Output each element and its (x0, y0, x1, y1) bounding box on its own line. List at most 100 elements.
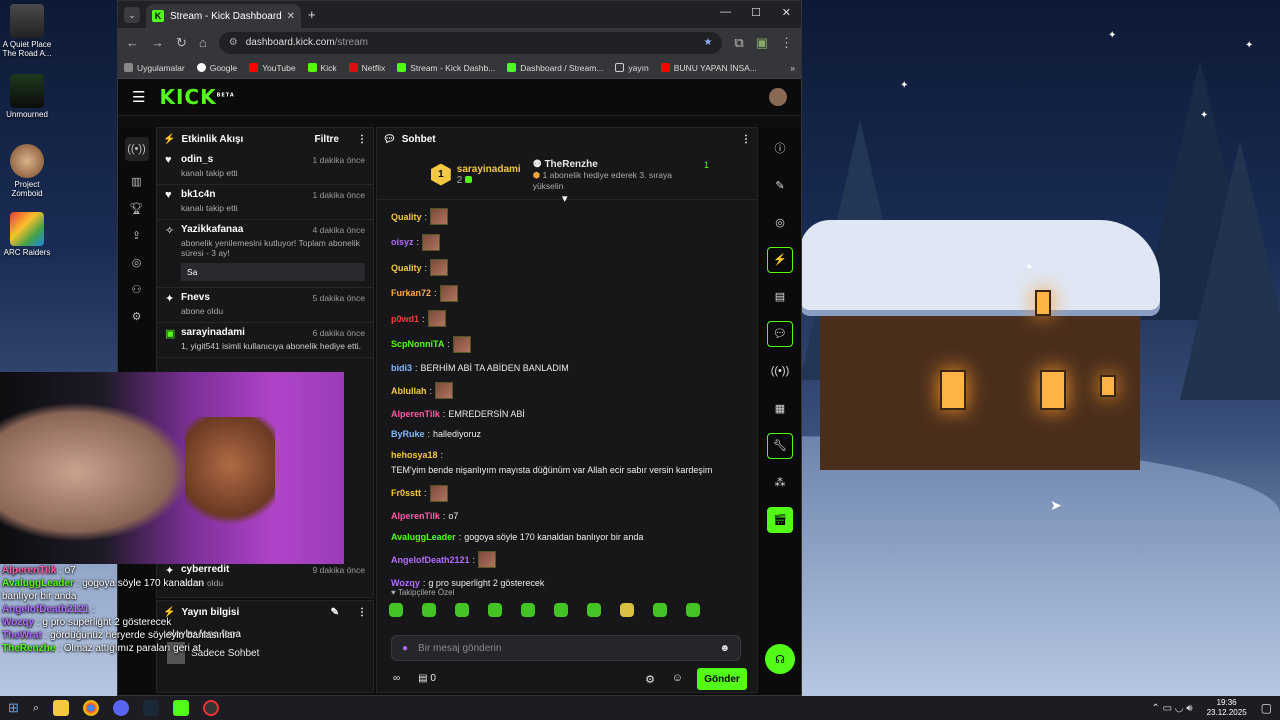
chat-settings-icon[interactable]: ⚙ (645, 673, 655, 686)
home-icon[interactable]: ⌂ (199, 35, 207, 50)
clapperboard-icon[interactable]: 🎬︎ (767, 506, 793, 533)
document-icon[interactable]: ▤ (767, 284, 793, 310)
windows-start-icon[interactable]: ⊞ (8, 700, 19, 716)
emote-icon[interactable] (521, 603, 535, 617)
chat-icon[interactable]: 💬︎ (767, 320, 793, 347)
chat-username[interactable]: hehosya18 (391, 449, 438, 461)
close-tab-icon[interactable]: ✕ (287, 11, 295, 22)
chat-username[interactable]: Wozqy (391, 577, 420, 588)
maximize-button[interactable]: ☐ (751, 6, 761, 19)
kick-points-icon[interactable]: ▤ 0 (418, 673, 436, 684)
emoji-picker-icon[interactable]: ☻ (719, 643, 730, 654)
emote-icon[interactable] (455, 603, 469, 617)
settings-nav-icon[interactable]: ⚙ (132, 310, 142, 323)
steam-icon[interactable] (143, 700, 160, 716)
more-options-icon[interactable]: ⋮ (357, 134, 367, 145)
search-icon[interactable]: ⌕ (33, 702, 39, 715)
emote-icon[interactable] (389, 603, 403, 617)
discord-icon[interactable] (113, 700, 130, 716)
info-icon[interactable]: ⓘ (767, 135, 793, 161)
obs-icon[interactable] (203, 700, 220, 716)
emote-icon[interactable] (488, 603, 502, 617)
bookmark-apps[interactable]: Uygulamalar (124, 63, 185, 73)
forward-icon[interactable]: → (151, 35, 164, 50)
chat-input[interactable]: ● Bir mesaj gönderin ☻ (391, 635, 741, 661)
emote-icon[interactable] (587, 603, 601, 617)
chat-username[interactable]: Quality (391, 262, 422, 274)
profile-icon[interactable]: ▣ (756, 35, 768, 51)
address-bar[interactable]: ⚙ dashboard.kick.com/stream ★ (218, 31, 723, 54)
more-options-icon[interactable]: ⋮ (357, 607, 367, 618)
tab-search-button[interactable]: ⌄ (124, 7, 140, 23)
layout-icon[interactable]: ▦ (767, 395, 793, 421)
live-stream-nav-icon[interactable]: ((•)) (124, 137, 149, 161)
filter-button[interactable]: Filtre (315, 134, 339, 145)
chat-username[interactable]: AngelofDeath2121 (391, 554, 470, 566)
close-window-button[interactable]: ✕ (782, 6, 791, 19)
support-headset-icon[interactable]: ☊ (765, 644, 795, 675)
chat-username[interactable]: Fr0sstt (391, 487, 421, 499)
collapse-arrow-icon[interactable]: ▾ (562, 192, 568, 205)
kick-logo[interactable]: KICKBETA (159, 85, 234, 109)
chat-username[interactable]: ByRuke (391, 428, 425, 440)
notifications-icon[interactable]: ▢ (1261, 701, 1272, 715)
chrome-icon[interactable] (83, 700, 100, 716)
analytics-nav-icon[interactable]: ▥ (131, 175, 141, 188)
leader-first-name[interactable]: sarayinadami (457, 164, 521, 175)
site-info-icon[interactable]: ⚙ (229, 37, 238, 48)
infinity-icon[interactable]: ∞ (393, 673, 400, 684)
lightning-icon[interactable]: ⚡ (767, 246, 793, 273)
kick-app-icon[interactable] (173, 700, 190, 716)
wrench-icon[interactable]: 🔧︎ (767, 432, 793, 459)
bookmark-kick[interactable]: Kick (307, 63, 337, 73)
clock[interactable]: 19:36 23.12.2025 (1207, 698, 1247, 718)
target-icon[interactable]: ◎ (767, 209, 793, 235)
target-nav-icon[interactable]: ◎ (132, 256, 142, 269)
edit-pencil-icon[interactable]: ✎ (331, 607, 339, 618)
extensions-icon[interactable]: ⧉ (734, 35, 743, 51)
emote-icon[interactable] (653, 603, 667, 617)
menu-icon[interactable]: ⋮ (780, 35, 793, 51)
desktop-icon-project-zomboid[interactable]: Project Zomboid (2, 144, 52, 198)
chat-username[interactable]: Quality (391, 211, 422, 223)
edit-icon[interactable]: ✎ (767, 172, 793, 198)
desktop-icon-a-quiet-place[interactable]: A Quiet Place The Road A... (2, 4, 52, 58)
chat-username[interactable]: AvaluggLeader (391, 531, 456, 543)
chat-username[interactable]: ScpNonniTA (391, 338, 444, 350)
emote-icon[interactable] (554, 603, 568, 617)
group-icon[interactable]: ⁂ (767, 470, 793, 496)
tab-kick-dashboard[interactable]: K Stream - Kick Dashboard ✕ (146, 4, 301, 28)
emote-icon[interactable] (422, 603, 436, 617)
user-avatar[interactable] (769, 88, 787, 106)
send-button[interactable]: Gönder (697, 668, 747, 690)
chat-username[interactable]: oisyz (391, 236, 414, 248)
more-bookmarks-icon[interactable]: » (790, 63, 795, 73)
users-nav-icon[interactable]: ⚇ (132, 283, 142, 296)
reload-icon[interactable]: ↻ (176, 35, 187, 51)
bot-icon[interactable]: ☺ (672, 672, 683, 684)
chat-username[interactable]: AlperenTilk (391, 408, 440, 420)
hamburger-menu-icon[interactable]: ☰ (132, 88, 145, 106)
microphone-icon[interactable]: ● (402, 643, 408, 654)
leader-second-name[interactable]: TheRenzhe (544, 159, 597, 170)
bookmark-stream-kick[interactable]: Stream - Kick Dashb... (397, 63, 495, 73)
broadcast-icon[interactable]: ((•)) (767, 358, 793, 384)
system-tray-icons[interactable]: ⌃ ▭ ◡ 🔊︎ (1151, 703, 1192, 714)
back-icon[interactable]: ← (126, 35, 139, 50)
desktop-icon-arc-raiders[interactable]: ARC Raiders (2, 212, 52, 257)
emote-icon[interactable] (686, 603, 700, 617)
file-explorer-icon[interactable] (53, 700, 70, 716)
more-options-icon[interactable]: ⋮ (741, 134, 751, 145)
chat-username[interactable]: bidi3 (391, 362, 412, 374)
bookmark-netflix[interactable]: Netflix (348, 63, 385, 73)
bookmark-folder-yayin[interactable]: yayın (615, 63, 649, 73)
bookmark-dashboard-stream[interactable]: Dashboard / Stream... (507, 63, 603, 73)
chat-username[interactable]: p0wd1 (391, 313, 419, 325)
chat-username[interactable]: AlperenTilk (391, 510, 440, 522)
bookmark-bunu-yapan[interactable]: BUNU YAPAN İNSA... (660, 63, 757, 73)
bookmark-google[interactable]: Google (196, 63, 237, 73)
upload-nav-icon[interactable]: ⇪ (132, 229, 141, 242)
chat-username[interactable]: Ablullah (391, 385, 427, 397)
new-tab-button[interactable]: + (308, 7, 316, 22)
desktop-icon-unmourned[interactable]: Unmourned (2, 74, 52, 119)
